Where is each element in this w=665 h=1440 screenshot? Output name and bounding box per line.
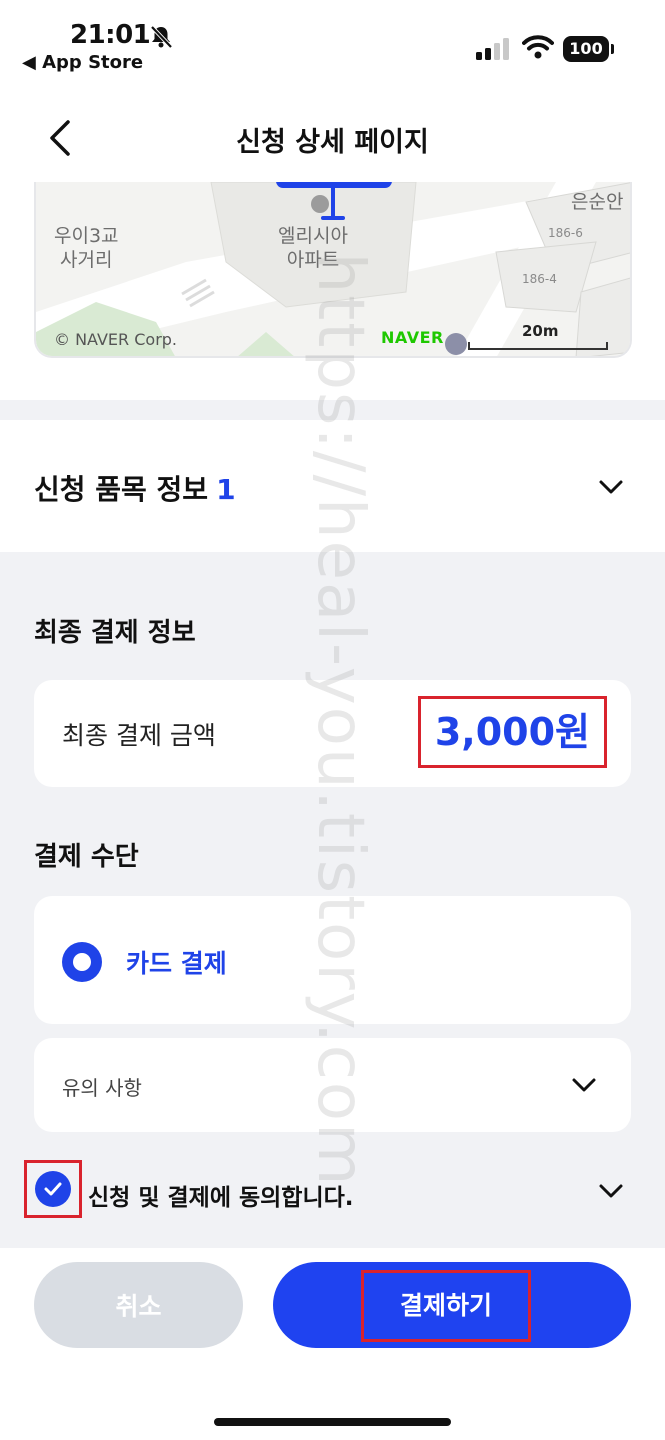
radio-selected-icon[interactable] [62, 942, 102, 982]
map-label-line: 사거리 [60, 249, 113, 271]
status-time: 21:01 [70, 20, 151, 50]
payment-section: 최종 결제 정보 최종 결제 금액 3,000원 결제 수단 카드 결제 유의 … [0, 552, 665, 1248]
radio-dot [73, 953, 91, 971]
map-label-line: 엘리시아 [278, 225, 348, 247]
pay-button[interactable]: 결제하기 [273, 1262, 631, 1348]
page-header: 신청 상세 페이지 [0, 90, 665, 182]
map-label-apartment: 엘리시아 아파트 [278, 224, 348, 272]
cellular-signal-icon [476, 38, 509, 60]
bell-slash-icon [150, 25, 173, 49]
back-to-app-store[interactable]: ◀ App Store [22, 52, 143, 73]
final-amount-label: 최종 결제 금액 [62, 721, 216, 750]
payment-method-title: 결제 수단 [34, 842, 139, 872]
pay-button-label: 결제하기 [361, 1270, 531, 1342]
map-parcel-label: 186-4 [522, 272, 557, 286]
card-payment-option[interactable]: 카드 결제 [34, 896, 631, 1024]
wifi-icon [522, 35, 554, 59]
map-label-line: 우이3교 [54, 225, 119, 247]
items-info-label: 신청 품목 정보 [34, 473, 209, 506]
page-title: 신청 상세 페이지 [236, 127, 429, 158]
card-payment-label: 카드 결제 [126, 949, 227, 978]
cancel-button[interactable]: 취소 [34, 1262, 243, 1348]
map-label-intersection: 우이3교 사거리 [54, 224, 119, 272]
notes-card[interactable]: 유의 사항 [34, 1038, 631, 1132]
notes-label: 유의 사항 [62, 1076, 142, 1100]
status-bar: 21:01 ◀ App Store 100 [0, 0, 665, 90]
final-amount-value: 3,000원 [417, 696, 607, 768]
map-scale-label: 20m [522, 322, 559, 340]
agree-label[interactable]: 신청 및 결제에 동의합니다. [88, 1178, 354, 1212]
map-scale-bar [468, 342, 608, 350]
check-glyph [44, 1182, 62, 1196]
map-copyright: © NAVER Corp. [54, 330, 178, 349]
checkmark-icon [35, 1171, 71, 1207]
final-amount-card: 최종 결제 금액 3,000원 [34, 680, 631, 787]
chevron-down-icon[interactable] [596, 1176, 626, 1206]
battery-indicator: 100 [563, 36, 614, 62]
bottom-action-bar: 취소 결제하기 [0, 1248, 665, 1440]
location-map[interactable]: 우이3교 사거리 엘리시아 아파트 은순안 186-6 186-4 © NAVE… [34, 182, 632, 358]
map-parcel-label: 186-6 [548, 226, 583, 240]
naver-logo: NAVER [381, 328, 444, 347]
items-info-row[interactable]: 신청 품목 정보 1 [0, 420, 665, 552]
chevron-down-icon[interactable] [569, 1070, 599, 1100]
items-info-title: 신청 품목 정보 1 [34, 468, 236, 508]
section-divider [0, 400, 665, 420]
chevron-down-icon[interactable] [596, 472, 626, 502]
map-section: 우이3교 사거리 엘리시아 아파트 은순안 186-6 186-4 © NAVE… [0, 182, 665, 400]
home-indicator [214, 1418, 451, 1426]
map-label-corner: 은순안 [571, 191, 624, 213]
map-label-line: 아파트 [286, 249, 340, 271]
final-payment-title: 최종 결제 정보 [34, 618, 196, 648]
items-count: 1 [216, 473, 236, 506]
agree-checkbox[interactable] [24, 1160, 82, 1218]
